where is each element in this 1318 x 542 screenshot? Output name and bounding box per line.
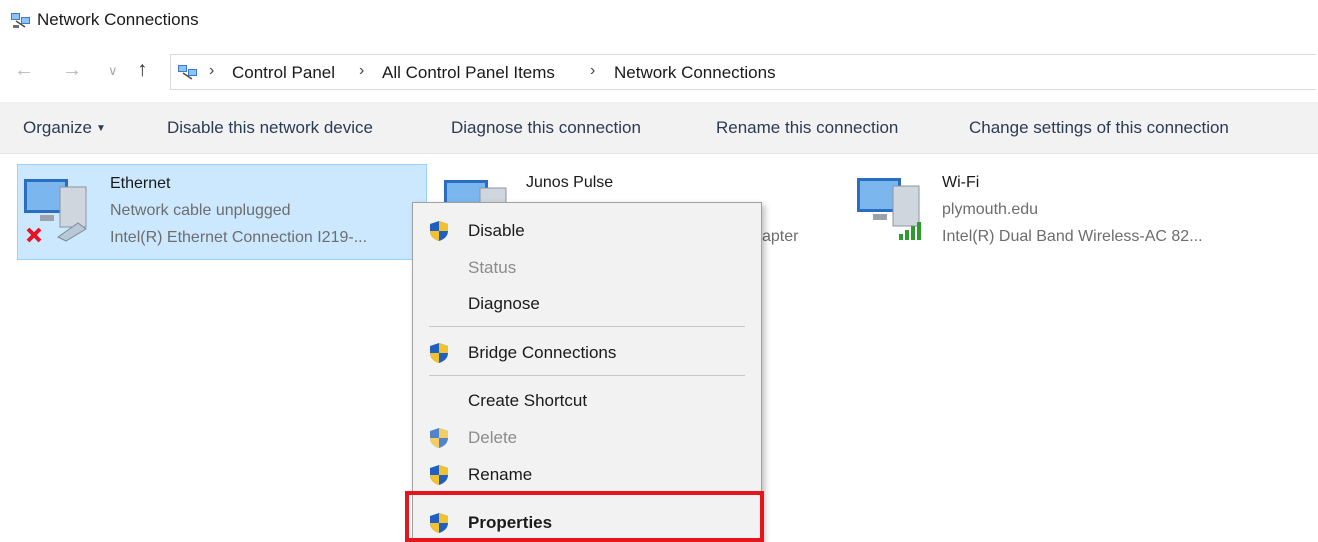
menu-separator xyxy=(429,326,745,327)
menu-item-label: Disable xyxy=(468,221,525,240)
breadcrumb-all-control-panel-items[interactable]: All Control Panel Items xyxy=(382,63,555,83)
title-bar: Network Connections xyxy=(0,0,1318,42)
menu-item-label: Bridge Connections xyxy=(468,343,617,362)
menu-item-bridge-connections[interactable]: Bridge Connections xyxy=(413,335,761,369)
diagnose-connection-button[interactable]: Diagnose this connection xyxy=(451,118,641,138)
menu-item-label: Create Shortcut xyxy=(468,391,588,410)
adapter-name: Ethernet xyxy=(110,175,171,192)
adapter-name: Junos Pulse xyxy=(526,174,614,191)
menu-item-status[interactable]: Status xyxy=(413,250,761,284)
uac-shield-icon xyxy=(430,428,448,448)
uac-shield-icon xyxy=(430,221,448,241)
recent-locations-chevron-icon[interactable]: ∨ xyxy=(108,59,118,83)
up-arrow-icon[interactable]: ↑ xyxy=(137,58,148,82)
breadcrumb-separator-icon[interactable]: › xyxy=(359,62,364,80)
menu-item-label: Diagnose xyxy=(468,294,540,313)
properties-highlight-box xyxy=(405,491,764,542)
adapter-status: Network cable unplugged xyxy=(110,202,291,219)
adapter-name: Wi-Fi xyxy=(942,174,980,191)
window-title: Network Connections xyxy=(37,10,199,29)
forward-arrow-icon[interactable]: → xyxy=(62,58,82,82)
breadcrumb-separator-icon[interactable]: › xyxy=(209,62,214,80)
organize-button[interactable]: Organize ▼ xyxy=(23,118,106,138)
menu-item-diagnose[interactable]: Diagnose xyxy=(413,286,761,320)
adapter-device: Intel(R) Dual Band Wireless-AC 82... xyxy=(942,228,1203,245)
menu-item-label: Rename xyxy=(468,465,533,484)
organize-label: Organize xyxy=(23,118,92,137)
wifi-adapter-icon xyxy=(857,178,921,240)
back-arrow-icon[interactable]: ← xyxy=(14,58,34,82)
rename-connection-button[interactable]: Rename this connection xyxy=(716,118,898,138)
breadcrumb-network-connections[interactable]: Network Connections xyxy=(614,63,776,83)
adapter-ethernet[interactable]: Ethernet Network cable unplugged Intel(R… xyxy=(17,164,427,260)
menu-item-rename[interactable]: Rename xyxy=(413,457,761,491)
ethernet-adapter-icon xyxy=(24,179,87,243)
menu-item-disable[interactable]: Disable xyxy=(413,213,761,247)
adapter-wifi[interactable]: Wi-Fi plymouth.edu Intel(R) Dual Band Wi… xyxy=(853,164,1273,260)
uac-shield-icon xyxy=(430,343,448,363)
navigation-bar: ← → ∨ ↑ › Control Panel › All Control Pa… xyxy=(0,52,1318,92)
menu-item-label: Status xyxy=(468,258,517,277)
dropdown-caret-icon: ▼ xyxy=(95,123,106,134)
menu-separator xyxy=(429,375,745,376)
adapter-device: Intel(R) Ethernet Connection I219-... xyxy=(110,229,368,246)
menu-item-label: Delete xyxy=(468,428,518,447)
disable-network-device-button[interactable]: Disable this network device xyxy=(167,118,373,138)
adapter-device: apter xyxy=(762,228,799,245)
breadcrumb-separator-icon[interactable]: › xyxy=(590,62,595,80)
menu-item-delete[interactable]: Delete xyxy=(413,420,761,454)
breadcrumb-control-panel[interactable]: Control Panel xyxy=(232,63,335,83)
command-bar: Organize ▼ Disable this network device Di… xyxy=(0,102,1318,154)
adapter-status: plymouth.edu xyxy=(942,201,1039,218)
network-connections-icon xyxy=(11,13,30,28)
menu-item-create-shortcut[interactable]: Create Shortcut xyxy=(413,383,761,417)
uac-shield-icon xyxy=(430,465,448,485)
change-settings-button[interactable]: Change settings of this connection xyxy=(969,118,1229,138)
address-bar[interactable]: › Control Panel › All Control Panel Item… xyxy=(170,54,1316,90)
control-panel-icon xyxy=(178,65,197,80)
